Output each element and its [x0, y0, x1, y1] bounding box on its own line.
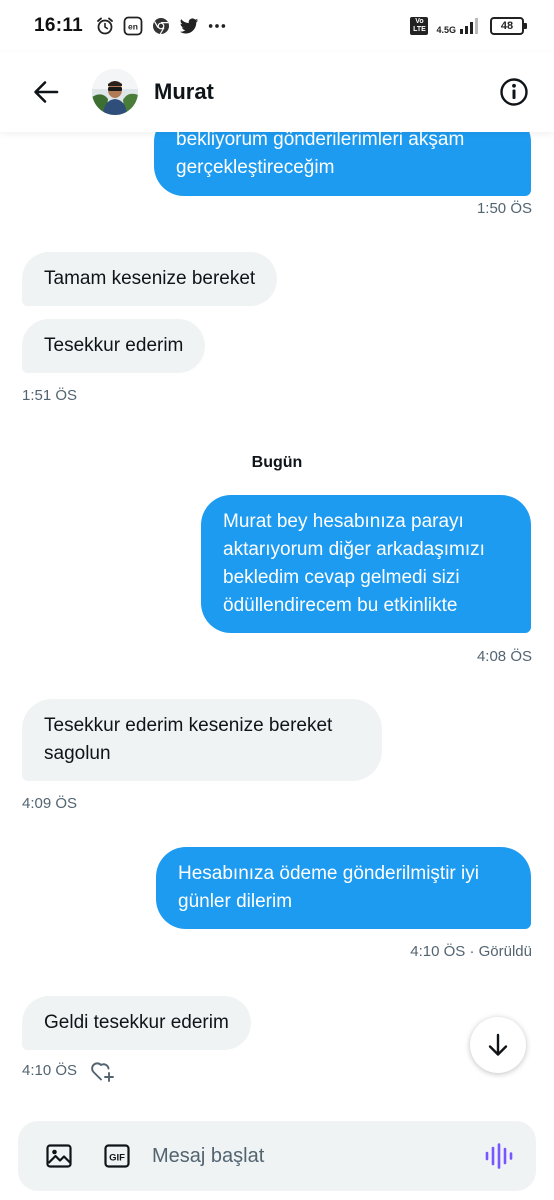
message-line: gerçekleştireceğim — [176, 157, 335, 178]
status-time: 16:11 — [34, 15, 84, 36]
message-bubble-outgoing[interactable]: Murat bey hesabınıza parayı aktarıyorum … — [201, 495, 531, 633]
network-indicator: 4.5G — [436, 17, 482, 35]
message-line: günler dilerim — [178, 891, 293, 912]
status-system-icons: Vo LTE 4.5G 48 — [410, 17, 527, 35]
network-type: 4.5G — [436, 25, 456, 35]
image-upload-icon[interactable] — [44, 1141, 74, 1171]
message-line: Tesekkur ederim kesenize bereket — [44, 715, 333, 736]
message-composer: GIF — [18, 1121, 536, 1191]
gif-label: GIF — [109, 1152, 125, 1163]
message-timestamp: 1:50 ÖS — [476, 200, 532, 217]
voice-message-icon[interactable] — [484, 1141, 514, 1171]
twitter-bird-icon — [179, 16, 199, 36]
arrow-left-icon — [34, 81, 59, 103]
message-timestamp-read-receipt: 4:10 ÖS · Görüldü — [410, 943, 532, 960]
gif-icon[interactable]: GIF — [102, 1141, 132, 1171]
scroll-to-bottom-button[interactable] — [470, 1017, 526, 1073]
day-separator: Bugün — [251, 454, 303, 471]
message-bubble-incoming[interactable]: Tamam kesenize bereket — [22, 252, 278, 306]
back-button[interactable] — [30, 76, 62, 108]
more-notifications-icon — [207, 16, 227, 36]
message-timestamp: 4:09 ÖS — [22, 795, 78, 812]
message-line: ödüllendirecem bu etkinlikte — [223, 595, 458, 616]
conversation-info-button[interactable] — [498, 76, 530, 108]
message-list[interactable]: bekliyorum gönderilerimleri akşam gerçek… — [0, 132, 554, 1112]
message-line: Hesabınıza ödeme gönderilmiştir iyi — [178, 863, 479, 884]
message-bubble-incoming[interactable]: Geldi tesekkur ederim — [22, 996, 251, 1050]
message-line: bekledim cevap gelmedi sizi — [223, 567, 460, 588]
message-line: sagolun — [44, 743, 111, 764]
message-line: Tesekkur ederim — [44, 335, 184, 356]
volte-badge: Vo LTE — [410, 17, 429, 35]
arrow-down-icon — [488, 1033, 508, 1056]
signal-icon — [460, 18, 478, 34]
info-icon — [500, 78, 528, 106]
message-line: aktarıyorum diğer arkadaşımızı — [223, 539, 485, 560]
react-heart-icon[interactable] — [90, 1059, 116, 1083]
chrome-icon — [151, 16, 171, 36]
contact-name[interactable]: Murat — [154, 79, 214, 105]
message-bubble-incoming[interactable]: Tesekkur ederim — [22, 319, 206, 373]
message-bubble-incoming[interactable]: Tesekkur ederim kesenize bereket sagolun — [22, 699, 382, 781]
alarm-icon — [95, 16, 115, 36]
message-timestamp: 4:08 ÖS — [476, 648, 532, 665]
message-timestamp: 1:51 ÖS — [22, 387, 78, 404]
svg-text:en: en — [128, 22, 138, 32]
message-line: Tamam kesenize bereket — [44, 268, 256, 289]
message-input[interactable] — [152, 1144, 474, 1168]
conversation-header: Murat — [0, 52, 554, 132]
battery-indicator: 48 — [490, 17, 527, 35]
message-timestamp: 4:10 ÖS — [22, 1062, 78, 1079]
message-line: bekliyorum gönderilerimleri akşam — [176, 132, 465, 150]
status-notification-icons: en — [95, 16, 227, 36]
avatar[interactable] — [92, 69, 138, 115]
message-bubble-outgoing[interactable]: bekliyorum gönderilerimleri akşam gerçek… — [154, 132, 531, 196]
keyboard-language-icon: en — [123, 16, 143, 36]
status-bar: 16:11 en Vo LTE 4.5G 48 — [0, 0, 554, 52]
message-bubble-outgoing[interactable]: Hesabınıza ödeme gönderilmiştir iyi günl… — [156, 847, 531, 929]
message-line: Murat bey hesabınıza parayı — [223, 511, 464, 532]
message-line: Geldi tesekkur ederim — [44, 1012, 229, 1033]
